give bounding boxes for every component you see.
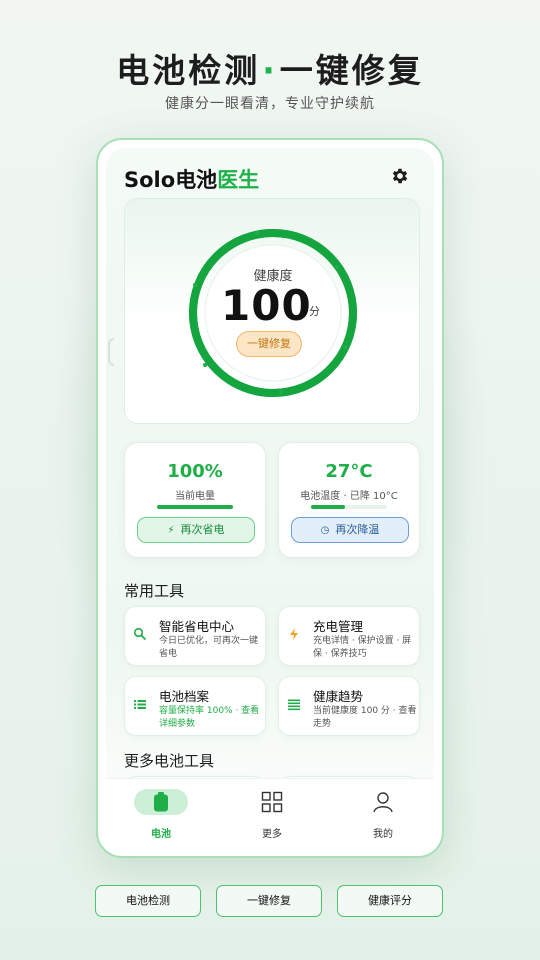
one-click-repair-feature-button[interactable]: 一键修复: [216, 885, 322, 917]
lines-icon: [288, 699, 300, 711]
save-power-again-button[interactable]: ⚡ 再次省电: [137, 517, 255, 543]
cool-down-again-button[interactable]: ◷ 再次降温: [291, 517, 409, 543]
tool-name: 健康趋势: [313, 689, 364, 704]
app-title: Solo电池医生: [124, 164, 259, 194]
app-title-accent: 医生: [217, 168, 260, 192]
phone-frame: Solo电池医生 健康度 100 分 一键修复 100% 当前电量 ⚡ 再次省电…: [96, 138, 444, 858]
tool-description: 当前健康度 100 分 · 查看走势: [313, 706, 417, 729]
cool-down-again-label: 再次降温: [335, 523, 380, 536]
grid-icon: [261, 791, 283, 813]
tool-name: 充电管理: [313, 619, 364, 634]
one-click-repair-button[interactable]: 一键修复: [236, 331, 302, 357]
battery-temperature-value: 27°C: [325, 461, 373, 482]
common-tools-heading: 常用工具: [124, 582, 185, 600]
tool-description: 今日已优化，可再次一键省电: [159, 636, 259, 659]
hero-title-part1: 电池检测: [116, 51, 261, 90]
hero-title-dot: ·: [262, 51, 278, 90]
battery-level-card: 100% 当前电量 ⚡ 再次省电: [124, 442, 266, 558]
phone-side-button: [108, 338, 114, 366]
health-score-unit: 分: [309, 305, 320, 318]
battery-temperature-fill: [311, 505, 346, 509]
battery-level-fill: [157, 505, 233, 509]
hero-title: 电池检测·一键修复: [0, 44, 540, 92]
save-power-again-label: 再次省电: [180, 523, 225, 536]
health-score-button[interactable]: 健康评分: [337, 885, 443, 917]
health-ring: 健康度 100 分 一键修复: [185, 225, 361, 401]
user-icon: [373, 792, 393, 813]
app-title-main: 电池: [175, 168, 218, 192]
tab-battery[interactable]: 电池: [106, 787, 216, 843]
battery-temperature-card: 27°C 电池温度 · 已降 10°C ◷ 再次降温: [278, 442, 420, 558]
tool-card-health-trend[interactable]: 健康趋势 当前健康度 100 分 · 查看走势: [278, 676, 420, 736]
tab-more[interactable]: 更多: [217, 787, 327, 843]
battery-level-bar: [157, 505, 233, 509]
more-tools-heading: 更多电池工具: [124, 752, 215, 770]
battery-test-button[interactable]: 电池检测: [95, 885, 201, 917]
gear-icon[interactable]: [390, 166, 410, 186]
battery-icon: [154, 792, 168, 812]
tool-description: 容量保持率 100% · 查看详细参数: [159, 706, 260, 729]
tab-mine[interactable]: 我的: [328, 787, 434, 843]
hero-subtitle: 健康分一眼看清，专业守护续航: [165, 96, 375, 112]
hero-title-part2: 一键修复: [279, 51, 424, 90]
tab-label: 电池: [151, 829, 171, 840]
tool-name: 智能省电中心: [159, 619, 235, 634]
health-score: 100: [221, 281, 312, 330]
app-title-prefix: Solo: [124, 168, 176, 192]
tool-description: 充电详情 · 保护设置 · 屏保 · 保养技巧: [313, 636, 412, 659]
tab-label: 我的: [373, 829, 393, 840]
search-icon: [133, 627, 147, 641]
battery-level-value: 100%: [167, 461, 223, 482]
lightning-icon: ⚡: [167, 525, 175, 536]
battery-level-caption: 当前电量: [175, 491, 215, 502]
tool-name: 电池档案: [159, 689, 210, 704]
app-screen: Solo电池医生 健康度 100 分 一键修复 100% 当前电量 ⚡ 再次省电…: [106, 148, 434, 848]
list-icon: [134, 700, 146, 709]
app-header: Solo电池医生: [124, 162, 416, 194]
lightning-icon: [290, 628, 298, 640]
battery-temperature-caption: 电池温度 · 已降 10°C: [300, 491, 398, 502]
tool-card-smart-power-saving[interactable]: 智能省电中心 今日已优化，可再次一键省电: [124, 606, 266, 666]
health-score-card: 健康度 100 分 一键修复: [124, 198, 420, 424]
clock-icon: ◷: [320, 525, 330, 536]
tool-card-charging-management[interactable]: 充电管理 充电详情 · 保护设置 · 屏保 · 保养技巧: [278, 606, 420, 666]
battery-temperature-bar: [311, 505, 387, 509]
bottom-tab-bar: 电池 更多 我的: [106, 778, 434, 848]
tool-card-battery-archive[interactable]: 电池档案 容量保持率 100% · 查看详细参数: [124, 676, 266, 736]
tab-label: 更多: [262, 829, 282, 840]
